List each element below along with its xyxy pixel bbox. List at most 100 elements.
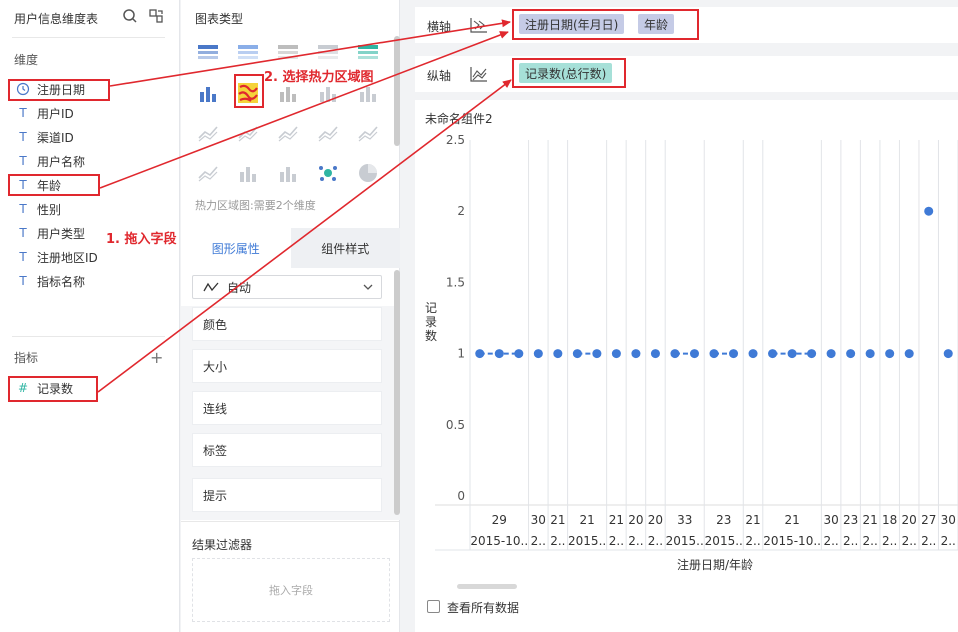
chart-type-title: 图表类型 — [195, 12, 244, 26]
x-tick-date: 2.. — [628, 534, 643, 548]
multi-series-icon[interactable] — [197, 82, 219, 104]
chevron-down-icon — [363, 284, 373, 290]
data-point — [553, 349, 563, 359]
dim-field-user-id[interactable]: T 用户ID — [16, 103, 73, 123]
x-tick-date: 2.. — [843, 534, 858, 548]
line-type-select[interactable]: 自动 — [192, 275, 382, 299]
x-tick-date: 2.. — [531, 534, 546, 548]
x-tick-date: 2015-10.. — [763, 534, 821, 548]
dim-field-region-id[interactable]: T 注册地区ID — [16, 247, 97, 267]
y-axis-label: 纵轴 — [427, 69, 452, 83]
pie-chart-icon[interactable] — [357, 162, 379, 184]
x-axis-icon — [470, 18, 487, 33]
field-label: 用户类型 — [37, 226, 86, 241]
x-tick-date: 2.. — [745, 534, 760, 548]
text-type-icon: T — [19, 202, 27, 216]
show-all-data-checkbox[interactable] — [427, 600, 440, 613]
bar-chart-icon[interactable] — [317, 82, 339, 104]
table-name: 用户信息维度表 — [14, 12, 99, 26]
dim-field-user-name[interactable]: T 用户名称 — [16, 151, 85, 171]
data-point — [494, 349, 504, 359]
highlight-box-record — [8, 376, 98, 402]
dim-field-gender[interactable]: T 性别 — [16, 199, 61, 219]
data-point — [533, 349, 543, 359]
dot-plot-icon[interactable] — [277, 162, 299, 184]
stacked-bar-icon[interactable] — [197, 122, 219, 144]
prop-size[interactable]: 大小 — [192, 349, 382, 383]
data-point — [689, 349, 699, 359]
x-tick-date: 2.. — [941, 534, 956, 548]
data-point — [865, 349, 875, 359]
highlight-box-x-axis — [512, 9, 699, 40]
chart-config-panel: 图表类型 热力区域图:需要2个维度 图形属性 组件样式 自动 颜色 大小 连线 … — [181, 0, 400, 632]
data-point — [924, 206, 934, 216]
column-chart-icon[interactable] — [357, 82, 379, 104]
x-tick-date: 2015-10.. — [470, 534, 528, 548]
wave-line-icon[interactable] — [277, 122, 299, 144]
tab-component-style[interactable]: 组件样式 — [290, 228, 400, 268]
histogram-icon[interactable] — [237, 162, 259, 184]
x-tick-age: 23 — [716, 513, 731, 527]
x-tick-age: 30 — [823, 513, 838, 527]
line-icon — [203, 282, 219, 292]
data-point — [631, 349, 641, 359]
switch-table-icon[interactable] — [148, 8, 164, 24]
tab-graph-properties[interactable]: 图形属性 — [181, 228, 291, 268]
radar-line-icon[interactable] — [317, 122, 339, 144]
text-type-icon: T — [19, 226, 27, 240]
chart-widget: 未命名组件2 2.5 2 1.5 1 0.5 0 记录数 29 2015-10.. 30 2.. 21… — [415, 100, 958, 632]
grouped-table-icon[interactable] — [237, 42, 259, 64]
highlight-box-age — [8, 174, 100, 196]
data-point — [650, 349, 660, 359]
data-point — [709, 349, 719, 359]
data-point — [572, 349, 582, 359]
search-icon[interactable] — [122, 8, 138, 24]
dim-field-user-type[interactable]: T 用户类型 — [16, 223, 85, 243]
add-measure-button[interactable]: + — [150, 348, 163, 367]
x-tick-age: 20 — [628, 513, 643, 527]
x-axis-label: 横轴 — [427, 20, 452, 34]
scatter-small-icon[interactable] — [237, 122, 259, 144]
prop-color[interactable]: 颜色 — [192, 307, 382, 341]
x-tick-age: 21 — [550, 513, 565, 527]
annotation-step2: 2. 选择热力区域图 — [264, 70, 374, 85]
y-tick-label: 0.5 — [446, 418, 465, 432]
data-point — [807, 349, 817, 359]
dim-field-indicator-name[interactable]: T 指标名称 — [16, 271, 85, 291]
x-tick-age: 21 — [784, 513, 799, 527]
field-label: 指标名称 — [37, 274, 86, 289]
text-type-icon: T — [19, 130, 27, 144]
x-tick-date: 2015.. — [568, 534, 606, 548]
bubble-chart-icon[interactable] — [317, 162, 339, 184]
field-label: 渠道ID — [37, 130, 74, 145]
scatter-chart[interactable]: 2.521.510.50记录数292015-10..302..212..2120… — [415, 100, 958, 590]
cross-table-icon[interactable] — [277, 42, 299, 64]
x-tick-date: 2.. — [921, 534, 936, 548]
divider — [12, 37, 165, 38]
data-point — [826, 349, 836, 359]
show-all-data-label: 查看所有数据 — [447, 601, 520, 615]
chart-grid-scrollbar[interactable] — [394, 36, 400, 146]
properties-scrollbar[interactable] — [394, 270, 400, 515]
table-chart-icon[interactable] — [197, 42, 219, 64]
chart-hscrollbar[interactable] — [457, 584, 517, 589]
prop-tooltip[interactable]: 提示 — [192, 478, 382, 512]
data-point — [729, 349, 739, 359]
y-axis-title-char: 数 — [425, 328, 437, 343]
select-value: 自动 — [227, 280, 252, 295]
prop-connect-line[interactable]: 连线 — [192, 391, 382, 425]
result-filter-dropzone[interactable]: 拖入字段 — [192, 558, 390, 622]
text-type-icon: T — [19, 106, 27, 120]
prop-label[interactable]: 标签 — [192, 433, 382, 467]
x-tick-date: 2.. — [609, 534, 624, 548]
treemap-icon[interactable] — [277, 82, 299, 104]
radar-chart-icon[interactable] — [357, 122, 379, 144]
x-tick-date: 2.. — [902, 534, 917, 548]
dimension-section-title: 维度 — [14, 53, 39, 67]
dim-field-channel-id[interactable]: T 渠道ID — [16, 127, 74, 147]
kpi-number-icon[interactable] — [317, 42, 339, 64]
calendar-chart-icon[interactable] — [357, 42, 379, 64]
area-line-icon[interactable] — [197, 162, 219, 184]
y-tick-label: 0 — [457, 489, 465, 503]
highlight-box-date — [8, 79, 110, 101]
